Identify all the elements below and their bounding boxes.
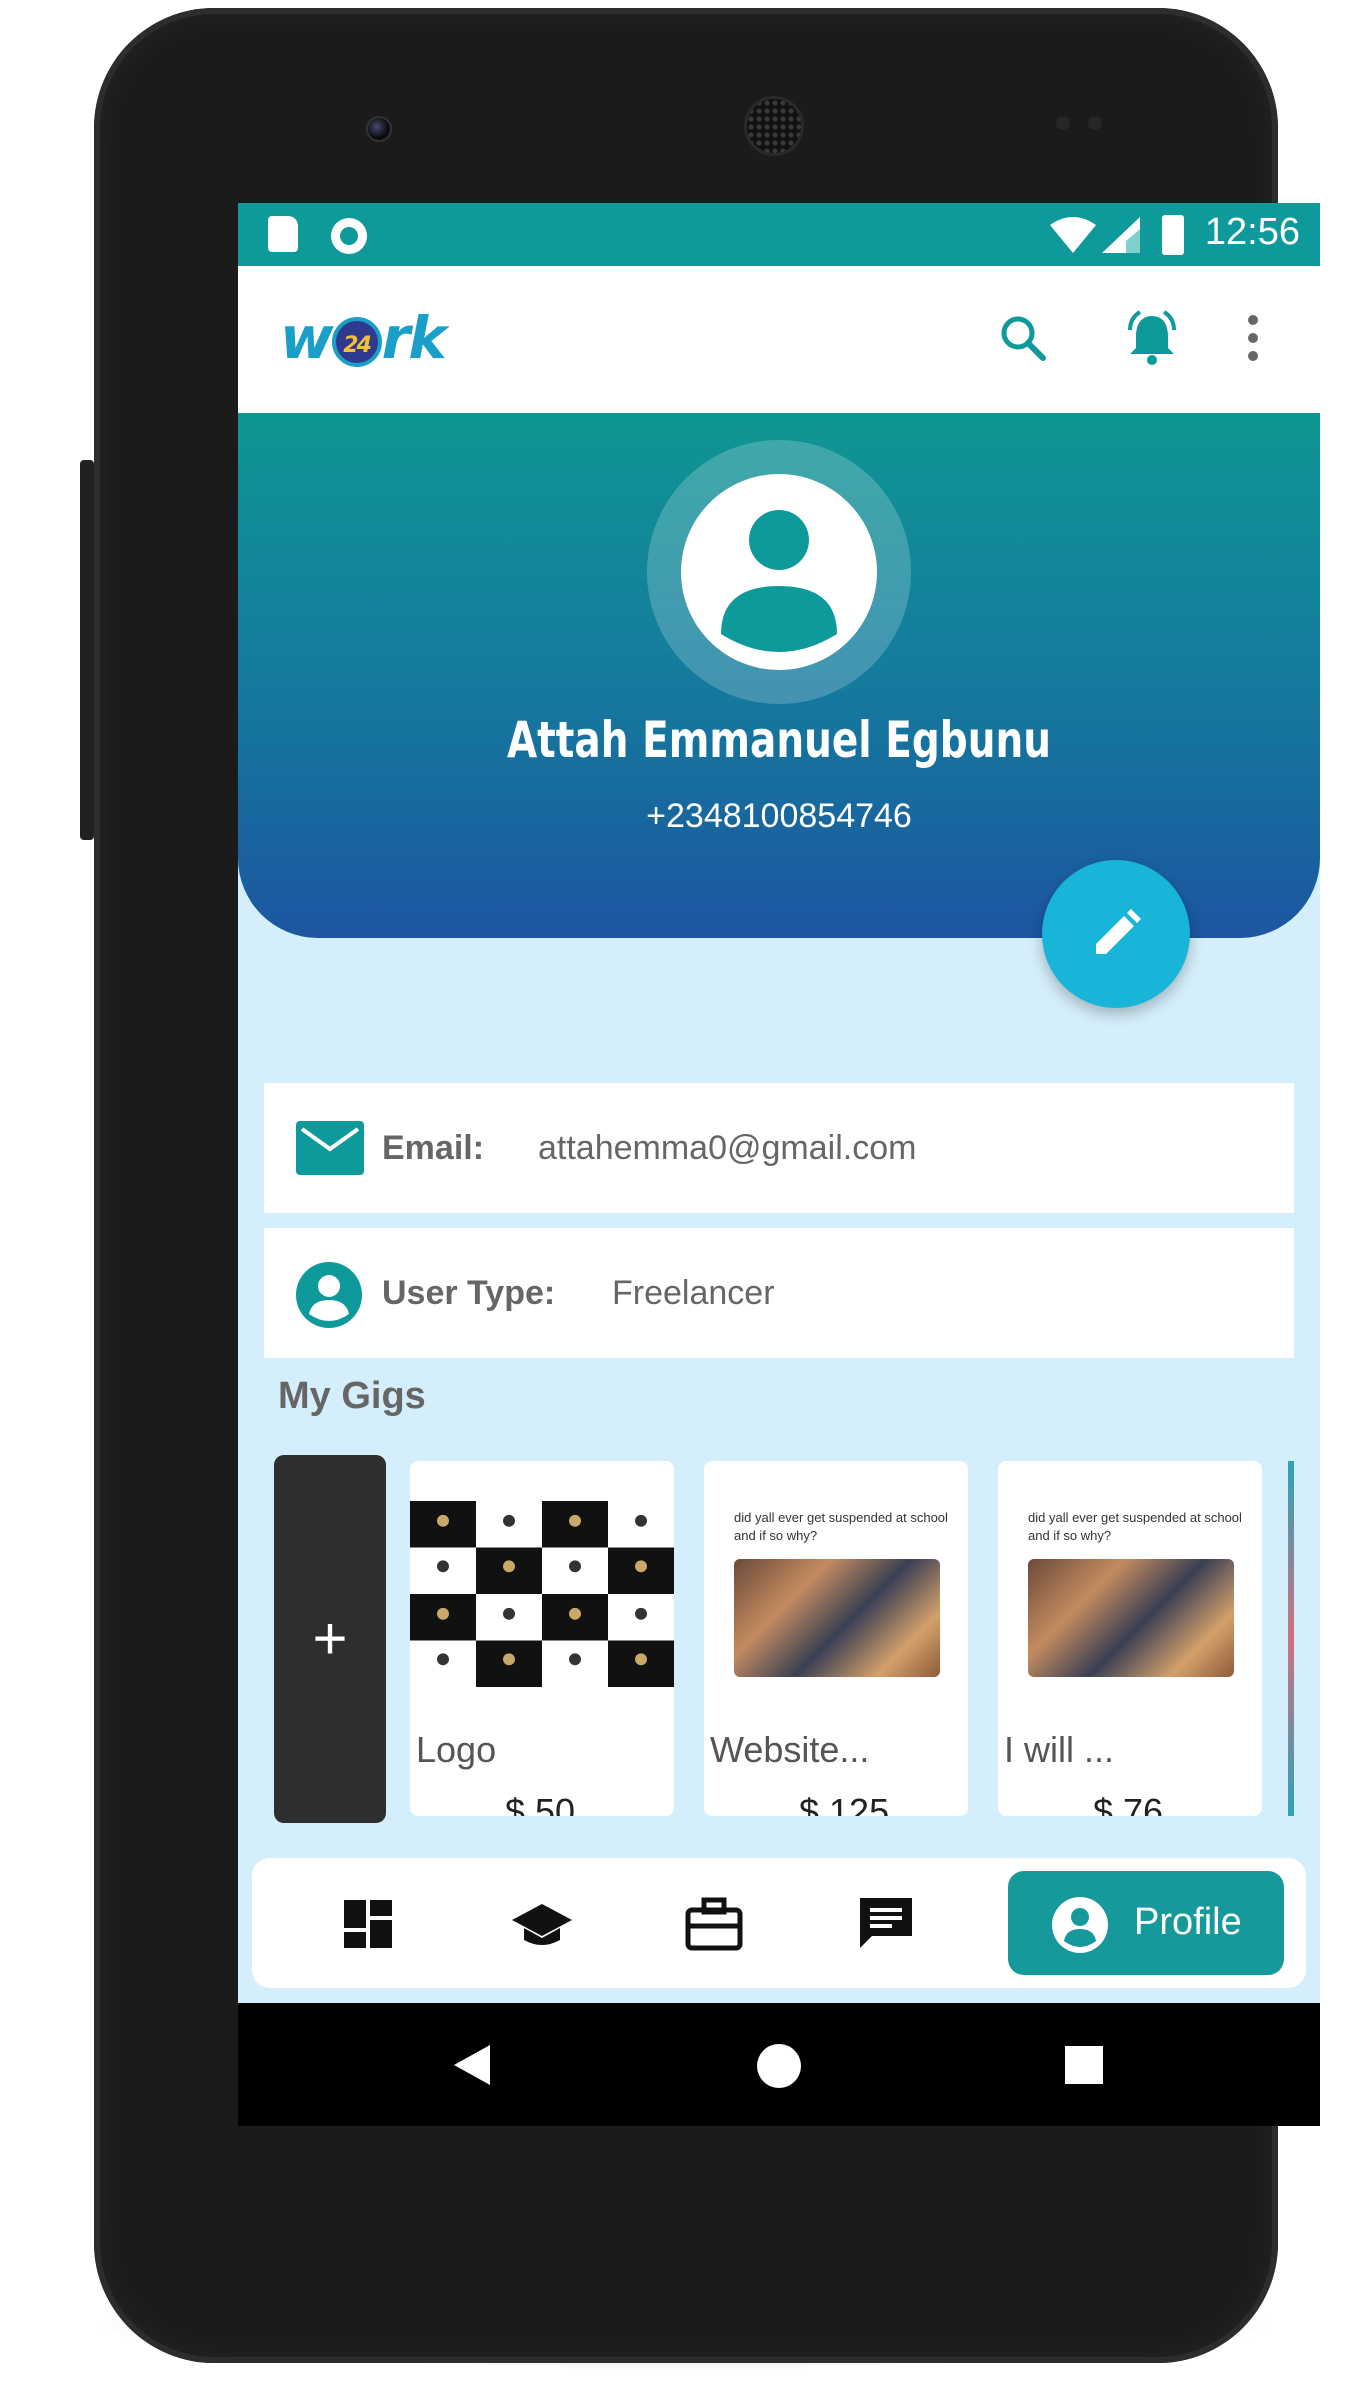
email-value: attahemma0@gmail.com	[538, 1129, 917, 1167]
edit-profile-button[interactable]	[1042, 860, 1190, 1008]
profile-header: Attah Emmanuel Egbunu +2348100854746	[238, 413, 1320, 938]
user-type-card: User Type: Freelancer	[264, 1228, 1294, 1358]
gig-title: Logo	[416, 1729, 497, 1770]
gig-price: $ 50	[505, 1791, 576, 1816]
nav-dashboard[interactable]	[338, 1894, 398, 1954]
status-bar: 12:56	[238, 203, 1320, 266]
user-type-label: User Type:	[382, 1274, 556, 1312]
device-mockup: 12:56 w 24 rk Attah Emmanuel Egbunu +234…	[0, 0, 1370, 2405]
add-gig-button[interactable]: +	[274, 1455, 386, 1823]
more-vert-icon	[1248, 315, 1258, 361]
logo-text-start: w	[280, 304, 334, 372]
nav-learning[interactable]	[510, 1894, 572, 1954]
gig-card[interactable]: did yall ever get suspended at school an…	[998, 1461, 1262, 1816]
user-name: Attah Emmanuel Egbunu	[506, 711, 1052, 769]
school-icon	[512, 1904, 572, 1945]
proximity-sensor	[1056, 116, 1070, 130]
logo-text-end: rk	[381, 304, 447, 372]
chat-icon	[860, 1898, 912, 1948]
volume-button	[80, 460, 94, 840]
nav-jobs[interactable]	[684, 1894, 744, 1954]
bottom-navigation: Profile	[252, 1858, 1306, 1988]
search-button[interactable]	[995, 310, 1051, 366]
gig-price: $ 125	[799, 1791, 890, 1816]
dashboard-icon	[344, 1900, 392, 1948]
user-type-value: Freelancer	[612, 1274, 775, 1312]
phone-body: 12:56 w 24 rk Attah Emmanuel Egbunu +234…	[94, 8, 1320, 2363]
pencil-icon	[1096, 909, 1141, 954]
recents-icon[interactable]	[1064, 2045, 1104, 2085]
light-sensor	[1088, 116, 1102, 130]
gig-card[interactable]: did yall ever get suspended at school an…	[704, 1461, 968, 1816]
gig-thumbnail-photo	[734, 1559, 940, 1677]
sync-icon	[331, 218, 367, 254]
gig-price: $ 76	[1093, 1791, 1164, 1816]
nav-profile[interactable]: Profile	[1008, 1871, 1284, 1975]
profile-icon	[1052, 1897, 1108, 1953]
bell-icon	[1128, 310, 1176, 365]
front-camera	[366, 116, 392, 142]
system-navigation-bar	[238, 2003, 1320, 2126]
battery-icon	[1162, 215, 1184, 255]
notifications-button[interactable]	[1122, 310, 1178, 366]
wifi-icon	[1050, 217, 1096, 253]
gig-card[interactable]: Logo $ 50	[410, 1461, 674, 1816]
home-icon[interactable]	[756, 2043, 802, 2089]
logo-badge: 24	[331, 316, 382, 367]
earpiece-speaker	[744, 96, 804, 156]
signal-icon	[1102, 217, 1140, 253]
gig-thumbnail-caption: did yall ever get suspended at school an…	[1028, 1510, 1242, 1543]
account-circle-icon	[296, 1262, 362, 1328]
gig-thumbnail-logo-grid	[410, 1501, 674, 1687]
gig-thumbnail-caption: did yall ever get suspended at school an…	[734, 1510, 948, 1543]
gig-title: I will ...	[1004, 1729, 1115, 1770]
next-gig-card-edge	[1288, 1461, 1294, 1816]
person-icon	[721, 510, 837, 652]
gig-title: Website...	[710, 1729, 870, 1770]
briefcase-icon	[685, 1897, 743, 1951]
my-gigs-title: My Gigs	[278, 1375, 426, 1417]
email-card: Email: attahemma0@gmail.com	[264, 1083, 1294, 1213]
sd-card-icon	[268, 216, 298, 252]
status-time: 12:56	[1204, 211, 1300, 253]
back-icon[interactable]	[450, 2043, 494, 2087]
email-label: Email:	[382, 1129, 485, 1167]
user-phone: +2348100854746	[646, 797, 912, 835]
overflow-menu-button[interactable]	[1238, 310, 1268, 366]
app-logo: w 24 rk	[280, 304, 447, 372]
nav-messages[interactable]	[856, 1894, 916, 1954]
mail-icon	[296, 1121, 364, 1175]
nav-profile-label: Profile	[1134, 1901, 1242, 1943]
screen: 12:56 w 24 rk Attah Emmanuel Egbunu +234…	[238, 203, 1320, 2126]
search-icon	[1001, 316, 1046, 361]
app-bar: w 24 rk	[238, 266, 1320, 413]
avatar	[681, 474, 877, 670]
gig-thumbnail-photo	[1028, 1559, 1234, 1677]
